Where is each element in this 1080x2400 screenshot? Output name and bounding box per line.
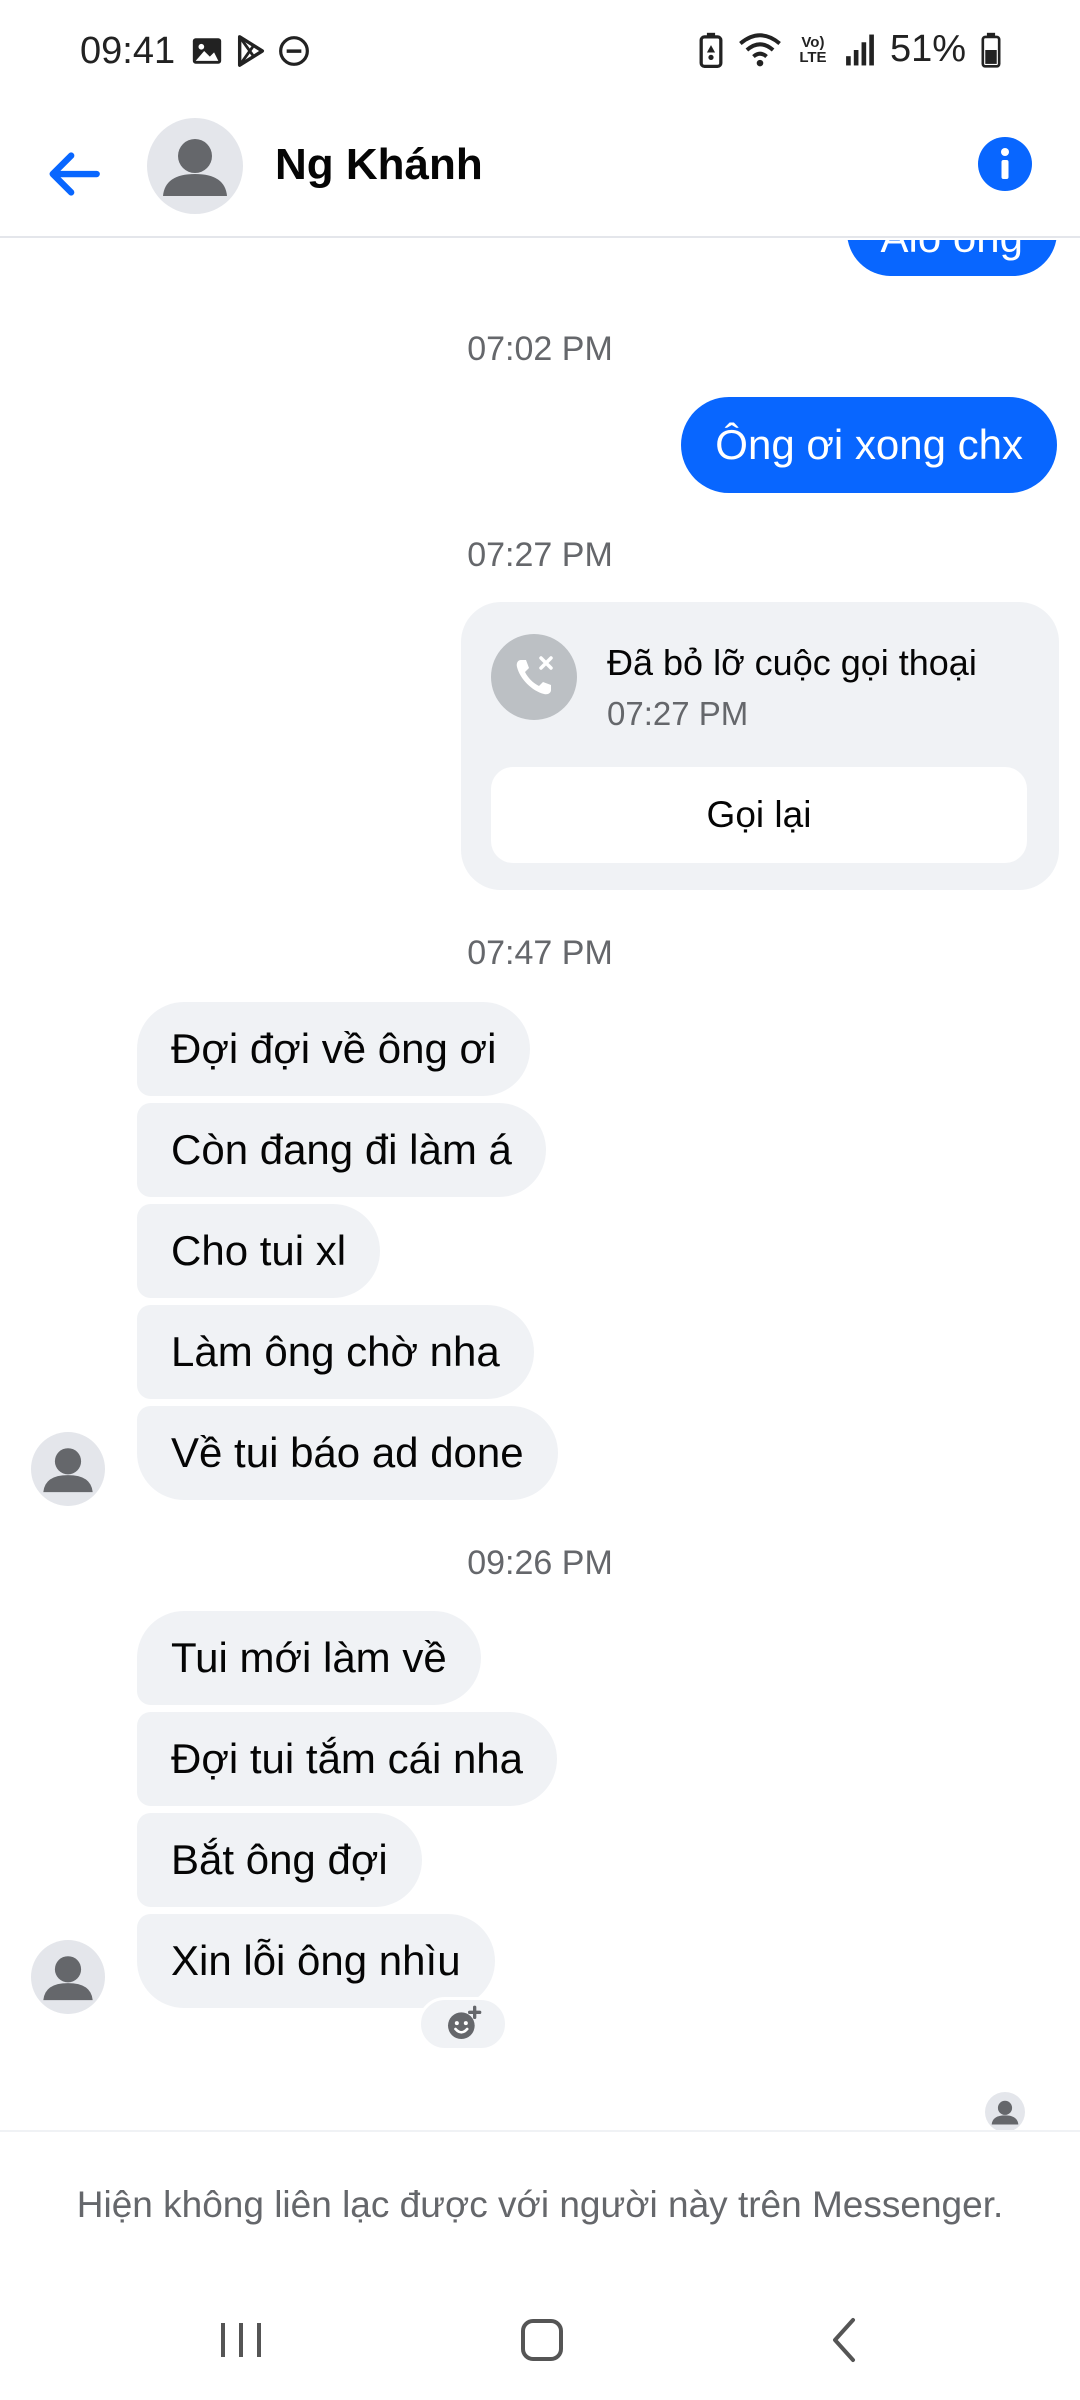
incoming-message[interactable]: Tui mới làm về bbox=[137, 1611, 481, 1705]
missed-call-card[interactable]: Đã bỏ lỡ cuộc gọi thoại 07:27 PM Gọi lại bbox=[461, 602, 1059, 890]
call-back-button[interactable]: Gọi lại bbox=[491, 767, 1027, 863]
play-store-icon bbox=[237, 35, 265, 67]
timestamp: 07:47 PM bbox=[467, 934, 613, 972]
incoming-message[interactable]: Đợi đợi về ông ơi bbox=[137, 1002, 531, 1096]
incoming-message[interactable]: Làm ông chờ nha bbox=[137, 1305, 534, 1399]
incoming-message[interactable]: Đợi tui tắm cái nha bbox=[137, 1712, 558, 1806]
incoming-message[interactable]: Về tui báo ad done bbox=[137, 1406, 558, 1500]
contact-name[interactable]: Ng Khánh bbox=[275, 140, 483, 190]
incoming-message[interactable]: Bắt ông đợi bbox=[137, 1813, 422, 1907]
back-nav-icon[interactable] bbox=[815, 2310, 875, 2370]
message-list[interactable]: Alo ông 07:02 PM Ông ơi xong chx 07:27 P… bbox=[0, 240, 1080, 2130]
missed-call-title: Đã bỏ lỡ cuộc gọi thoại bbox=[607, 642, 977, 683]
volte-icon: Vo) LTE bbox=[799, 33, 827, 66]
add-reaction-icon bbox=[448, 2005, 482, 2039]
battery-icon bbox=[981, 32, 1001, 68]
outgoing-message[interactable]: Ông ơi xong chx bbox=[681, 397, 1057, 493]
info-button[interactable] bbox=[978, 137, 1032, 191]
system-navigation-bar bbox=[0, 2270, 1080, 2400]
status-time: 09:41 bbox=[80, 30, 176, 72]
gallery-icon bbox=[192, 38, 222, 64]
incoming-message[interactable]: Xin lỗi ông nhìu bbox=[137, 1914, 495, 2008]
battery-percentage: 51% bbox=[889, 28, 966, 70]
seen-indicator-avatar bbox=[985, 2092, 1025, 2130]
unavailable-notice: Hiện không liên lạc được với người này t… bbox=[76, 2184, 1004, 2225]
missed-call-time: 07:27 PM bbox=[607, 695, 749, 732]
back-arrow-icon[interactable] bbox=[40, 140, 108, 208]
outgoing-message[interactable]: Alo ông bbox=[846, 240, 1057, 276]
status-bar: 09:41 Vo) LTE 51% bbox=[0, 0, 1080, 110]
recent-apps-icon[interactable] bbox=[211, 2310, 271, 2370]
battery-saver-icon bbox=[699, 32, 723, 68]
timestamp: 07:02 PM bbox=[467, 330, 613, 368]
do-not-disturb-icon bbox=[279, 36, 309, 66]
timestamp: 09:26 PM bbox=[467, 1544, 613, 1582]
incoming-message[interactable]: Cho tui xl bbox=[137, 1204, 381, 1298]
conversation-header: Ng Khánh bbox=[0, 110, 1080, 238]
default-avatar-icon bbox=[43, 1956, 93, 2001]
unavailable-notice-bar: Hiện không liên lạc được với người này t… bbox=[0, 2130, 1080, 2270]
wifi-icon bbox=[739, 32, 781, 66]
info-icon bbox=[1001, 148, 1009, 179]
timestamp: 07:27 PM bbox=[467, 536, 613, 574]
home-icon[interactable] bbox=[512, 2310, 572, 2370]
signal-icon bbox=[846, 34, 874, 65]
default-avatar-icon bbox=[991, 2100, 1019, 2125]
add-reaction-button[interactable] bbox=[418, 1997, 508, 2051]
status-left-icons bbox=[190, 34, 310, 68]
sender-avatar[interactable] bbox=[31, 1432, 105, 1506]
status-right-icons: Vo) LTE 51% bbox=[698, 28, 1002, 71]
sender-avatar[interactable] bbox=[31, 1940, 105, 2014]
contact-avatar[interactable] bbox=[147, 118, 243, 214]
default-avatar-icon bbox=[43, 1448, 93, 1493]
missed-call-icon bbox=[491, 634, 577, 720]
default-avatar-icon bbox=[163, 139, 227, 196]
incoming-message[interactable]: Còn đang đi làm á bbox=[137, 1103, 546, 1197]
